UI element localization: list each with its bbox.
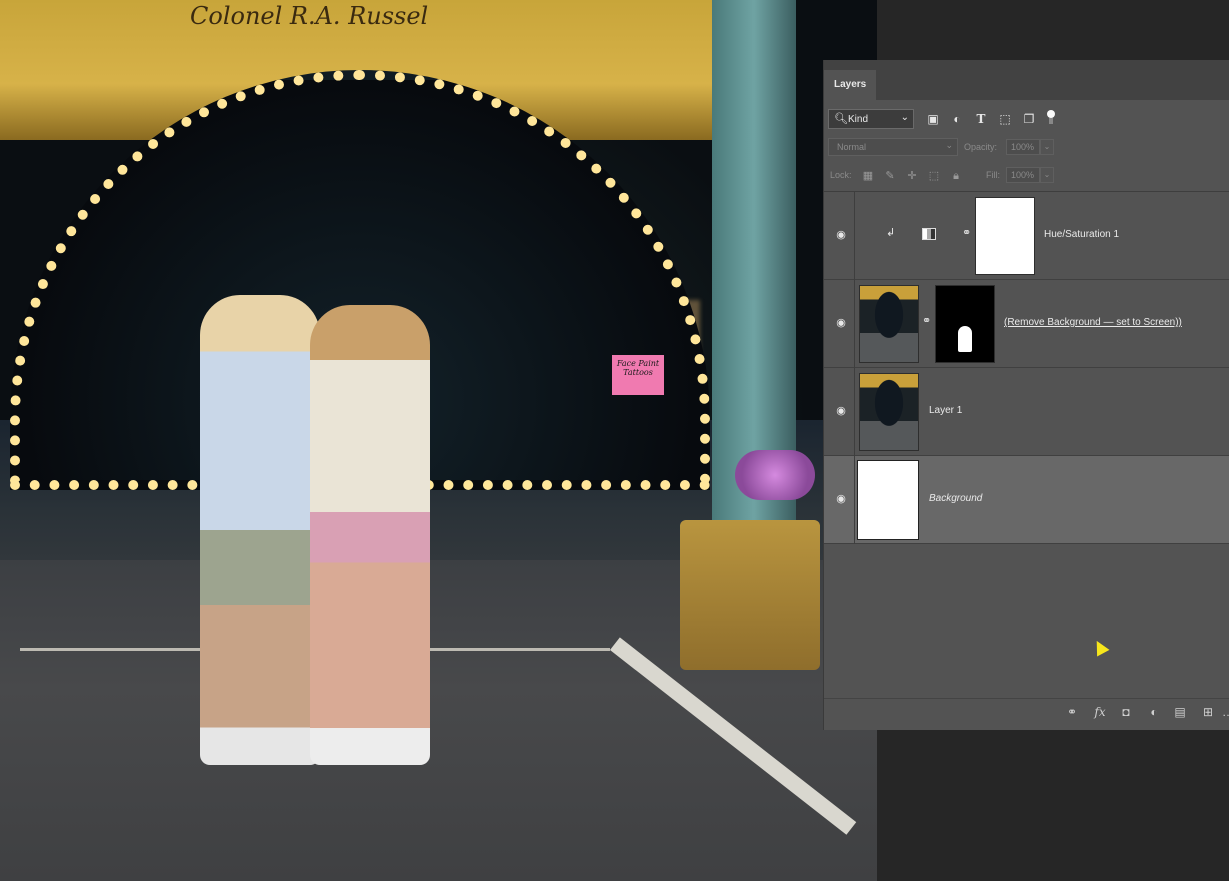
filter-toggle[interactable]	[1046, 110, 1056, 124]
eye-icon[interactable]: ◉	[834, 404, 848, 418]
chevron-down-icon: ⌄	[900, 112, 909, 123]
clipping-arrow-icon: ↲	[886, 227, 896, 239]
image-filter-icon[interactable]: ▣	[926, 112, 940, 126]
new-group-icon[interactable]: ▤	[1172, 705, 1188, 719]
link-icon[interactable]: ⚭	[962, 226, 971, 239]
layer-name[interactable]: Layer 1	[929, 405, 962, 416]
divider	[854, 368, 855, 456]
layer-mask-thumbnail[interactable]	[935, 285, 995, 363]
layer-thumbnail[interactable]	[859, 373, 919, 451]
divider	[854, 192, 855, 280]
booth-sign: Face Paint Tattoos	[612, 355, 664, 395]
lock-label: Lock:	[830, 170, 852, 180]
fill-value: 100%	[1011, 170, 1035, 180]
fill-dropdown[interactable]: ⌄	[1040, 167, 1054, 183]
opacity-dropdown[interactable]: ⌄	[1040, 139, 1054, 155]
layers-list: ◉ ↲ ⚭ Hue/Saturation 1 ◉ ⚭ (Remove Backg…	[824, 191, 1229, 692]
layer-row[interactable]: ◉ ↲ ⚭ Hue/Saturation 1	[824, 192, 1229, 280]
blend-row: Normal ⌄ Opacity: 100% ⌄	[824, 136, 1229, 160]
layer-name[interactable]: (Remove Background — set to Screen))	[1004, 317, 1182, 328]
fx-icon[interactable]: fx	[1092, 705, 1108, 719]
sign-text: Colonel R.A. Russel	[190, 2, 429, 30]
divider	[854, 456, 855, 544]
lock-position-icon[interactable]: ✛	[906, 170, 918, 182]
couple-subject	[180, 295, 440, 775]
divider	[854, 280, 855, 368]
opacity-value: 100%	[1011, 142, 1035, 152]
new-adjustment-icon[interactable]: ◐	[1146, 705, 1162, 719]
link-layers-icon[interactable]: ⚭	[1064, 705, 1080, 719]
eye-icon[interactable]: ◉	[834, 228, 848, 242]
delete-layer-icon[interactable]: …	[1220, 705, 1229, 719]
eye-icon[interactable]: ◉	[834, 492, 848, 506]
link-icon[interactable]: ⚭	[922, 314, 931, 327]
hue-saturation-icon	[922, 228, 936, 240]
blend-mode-select[interactable]: Normal ⌄	[828, 138, 958, 156]
layers-panel: Layers 🔍︎ Kind ⌄ ▣ ◐ T ⬚ ❐ Normal ⌄ Opac…	[823, 60, 1229, 730]
layer-row[interactable]: ◉ ⚭ (Remove Background — set to Screen))	[824, 280, 1229, 368]
kind-filter-label: Kind	[848, 114, 869, 125]
lock-image-pixels-icon[interactable]: ✎	[884, 170, 896, 182]
document-canvas[interactable]: Colonel R.A. Russel Face Paint Tattoos	[0, 0, 877, 881]
lock-transparent-pixels-icon[interactable]: ▦	[862, 170, 874, 182]
layer-row[interactable]: ◉ Layer 1	[824, 368, 1229, 456]
shape-filter-icon[interactable]: ⬚	[998, 112, 1012, 126]
search-icon: 🔍︎	[834, 113, 848, 125]
layer-thumbnail[interactable]	[859, 285, 919, 363]
add-mask-icon[interactable]: ◘	[1118, 705, 1134, 719]
new-layer-icon[interactable]: ⊞	[1200, 705, 1216, 719]
layer-thumbnail[interactable]	[857, 460, 919, 540]
type-filter-icon[interactable]: T	[974, 112, 988, 126]
flower-pot	[735, 450, 815, 500]
chevron-down-icon: ⌄	[945, 140, 953, 150]
mask-silhouette	[958, 326, 972, 352]
lock-row: Lock: ▦ ✎ ✛ ⬚ 🔒︎ Fill: 100% ⌄	[824, 164, 1229, 188]
toggle-stem	[1049, 118, 1053, 124]
opacity-label: Opacity:	[964, 142, 998, 152]
hay-bales	[680, 520, 820, 670]
adjustment-filter-icon[interactable]: ◐	[950, 112, 964, 126]
booth-sign-text: Face Paint Tattoos	[616, 359, 660, 377]
layer-mask-thumbnail[interactable]	[975, 197, 1035, 275]
eye-icon[interactable]: ◉	[834, 316, 848, 330]
panel-tab-bar: Layers	[824, 60, 1229, 100]
fill-field[interactable]: 100%	[1006, 167, 1040, 183]
fill-label: Fill:	[986, 170, 1000, 180]
kind-filter-select[interactable]: 🔍︎ Kind ⌄	[828, 109, 914, 129]
layer-filter-row: 🔍︎ Kind ⌄ ▣ ◐ T ⬚ ❐	[824, 106, 1229, 132]
layer-row[interactable]: ◉ Background 🔒︎	[824, 456, 1229, 544]
lock-artboard-icon[interactable]: ⬚	[928, 170, 940, 182]
layer-name[interactable]: Hue/Saturation 1	[1044, 229, 1119, 240]
layers-footer: ⚭ fx ◘ ◐ ▤ ⊞ …	[824, 698, 1229, 725]
toggle-knob	[1047, 110, 1055, 118]
blend-mode-value: Normal	[837, 142, 867, 152]
smart-object-filter-icon[interactable]: ❐	[1022, 112, 1036, 126]
tab-layers[interactable]: Layers	[824, 70, 877, 100]
opacity-field[interactable]: 100%	[1006, 139, 1040, 155]
person-left	[200, 295, 320, 765]
person-right	[310, 305, 430, 765]
lock-all-icon[interactable]: 🔒︎	[950, 170, 962, 182]
layer-name[interactable]: Background	[929, 493, 982, 504]
